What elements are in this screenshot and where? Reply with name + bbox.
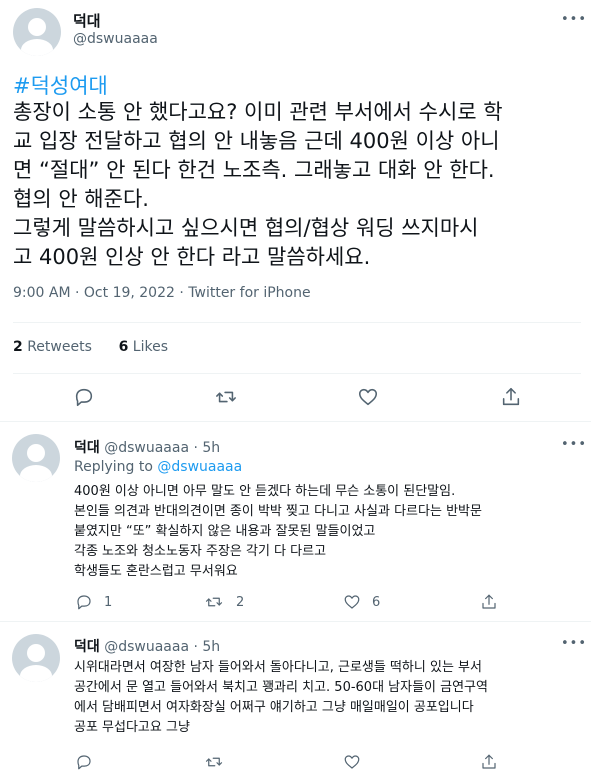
reply-text-line: 시위대라면서 여장한 남자 들어와서 돌아다니고, 근로생들 떡하니 있는 부서 — [74, 660, 482, 675]
avatar[interactable] — [12, 634, 60, 682]
reply-age[interactable]: · 5h — [194, 440, 221, 456]
meta-separator: · — [75, 285, 80, 301]
share-icon[interactable] — [480, 753, 498, 771]
reply-age[interactable]: · 5h — [194, 639, 221, 655]
reply-icon[interactable] — [75, 753, 93, 771]
reply-text-line: 각종 노조와 청소노동자 주장은 각기 다 다르고 — [74, 544, 327, 559]
tweet-text-line: 교 입장 전달하고 협의 안 내놓음 근데 400원 이상 아니 — [13, 129, 500, 153]
reply-text-line: 붙였지만 “또” 확실하지 않은 내용과 잘못된 말들이었고 — [74, 524, 376, 539]
avatar-body-shape — [20, 465, 52, 482]
divider — [13, 322, 581, 323]
more-icon[interactable]: ••• — [561, 634, 586, 654]
avatar-body-shape — [21, 39, 53, 56]
likes-count: 6 — [118, 339, 129, 355]
divider — [0, 421, 591, 422]
like-count: 6 — [372, 595, 381, 610]
author-handle[interactable]: @dswuaaaa — [73, 31, 158, 47]
reply-count: 1 — [104, 595, 113, 610]
retweet-icon[interactable] — [205, 753, 223, 771]
avatar-head-shape — [27, 444, 45, 462]
meta-separator: · — [179, 285, 184, 301]
reply-text-line: 공간에서 문 열고 들어와서 북치고 꽹과리 치고. 50-60대 남자들이 금… — [74, 680, 488, 695]
more-icon[interactable]: ••• — [561, 10, 586, 30]
tweet-date[interactable]: Oct 19, 2022 — [84, 285, 175, 301]
divider — [0, 621, 591, 622]
author-name[interactable]: 덕대 — [73, 10, 101, 31]
like-icon[interactable] — [343, 753, 361, 771]
tweet-text-line: 면 “절대” 안 된다 한건 노조측. 그래놓고 대화 안 한다. — [13, 158, 495, 182]
reply-header: 덕대 @dswuaaaa · 5h — [74, 437, 220, 457]
replying-to: Replying to @dswuaaaa — [74, 459, 242, 475]
likes-label: Likes — [132, 339, 168, 355]
author-name[interactable]: 덕대 — [74, 440, 100, 456]
reply-text-line: 공포 무섭다고요 그냥 — [74, 720, 190, 735]
likes-link[interactable]: 6 Likes — [119, 339, 168, 355]
divider — [13, 373, 581, 374]
tweet-source[interactable]: Twitter for iPhone — [188, 285, 310, 301]
retweet-count: 2 — [236, 595, 245, 610]
tweet-time[interactable]: 9:00 AM — [13, 285, 71, 301]
retweet-icon[interactable] — [215, 386, 237, 408]
avatar-head-shape — [28, 18, 46, 36]
more-icon[interactable]: ••• — [561, 435, 586, 455]
like-icon[interactable] — [357, 386, 379, 408]
reply-text: 시위대라면서 여장한 남자 들어와서 돌아다니고, 근로생들 떡하니 있는 부서… — [74, 658, 488, 738]
reply-text-line: 400원 이상 아니면 아무 말도 안 듣겠다 하는데 무슨 소통이 된단말임. — [74, 484, 456, 499]
tweet-text-line: 고 400원 인상 안 한다 라고 말씀하세요. — [13, 245, 371, 269]
engagement-stats: 2 Retweets 6 Likes — [13, 339, 168, 355]
reply-text-line: 본인들 의견과 반대의견이면 종이 박박 찢고 다니고 사실과 다르다는 반박문 — [74, 504, 482, 519]
reply-text: 400원 이상 아니면 아무 말도 안 듣겠다 하는데 무슨 소통이 된단말임.… — [74, 482, 482, 582]
retweets-label: Retweets — [27, 339, 92, 355]
tweet-text: 총장이 소통 안 했다고요? 이미 관련 부서에서 수시로 학 교 입장 전달하… — [13, 98, 585, 272]
reply-header: 덕대 @dswuaaaa · 5h — [74, 636, 220, 656]
reply-icon[interactable] — [73, 386, 95, 408]
avatar[interactable] — [13, 8, 61, 56]
retweets-link[interactable]: 2 Retweets — [13, 339, 92, 355]
like-icon[interactable] — [343, 593, 361, 611]
replying-label: Replying to — [74, 459, 153, 475]
author-handle[interactable]: @dswuaaaa — [104, 440, 189, 456]
share-icon[interactable] — [500, 386, 522, 408]
retweet-icon[interactable] — [205, 593, 223, 611]
tweet-text-line: 그렇게 말씀하시고 싶으시면 협의/협상 워딩 쓰지마시 — [13, 216, 479, 240]
tweet-metadata: 9:00 AM · Oct 19, 2022 · Twitter for iPh… — [13, 285, 311, 301]
tweet-text-line: 협의 안 해준다. — [13, 187, 149, 211]
reply-text-line: 학생들도 혼란스럽고 무서워요 — [74, 564, 238, 579]
avatar[interactable] — [12, 434, 60, 482]
avatar-head-shape — [27, 644, 45, 662]
retweets-count: 2 — [13, 339, 23, 355]
reply-icon[interactable] — [75, 593, 93, 611]
author-handle[interactable]: @dswuaaaa — [104, 639, 189, 655]
hashtag-link[interactable]: #덕성여대 — [13, 70, 108, 100]
avatar-body-shape — [20, 665, 52, 682]
tweet-text-line: 총장이 소통 안 했다고요? 이미 관련 부서에서 수시로 학 — [13, 100, 503, 124]
replying-handle-link[interactable]: @dswuaaaa — [157, 459, 242, 475]
reply-text-line: 에서 담배피면서 여자화장실 어쩌구 얘기하고 그냥 매일매일이 공포입니다 — [74, 700, 474, 715]
author-name[interactable]: 덕대 — [74, 639, 100, 655]
share-icon[interactable] — [480, 593, 498, 611]
